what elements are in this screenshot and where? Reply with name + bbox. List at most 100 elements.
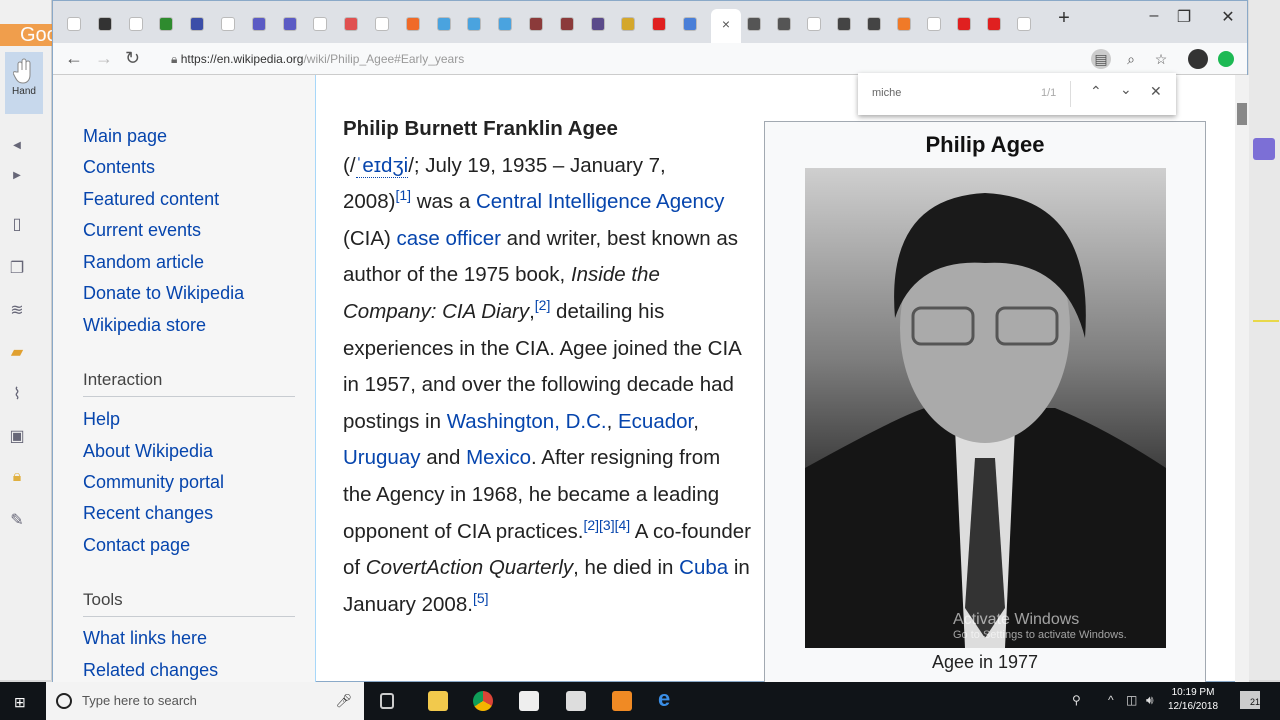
sidebar-link-main-page[interactable]: Main page — [83, 126, 167, 147]
link-washington[interactable]: Washington, D.C. — [447, 410, 607, 433]
address-bar[interactable]: 🔒︎ https://en.wikipedia.org/wiki/Philip_… — [171, 47, 1111, 71]
microphone-icon[interactable]: 🎤︎ — [335, 682, 352, 720]
browser-tab[interactable] — [617, 13, 639, 35]
sidebar-link-help[interactable]: Help — [83, 409, 120, 430]
ref-link[interactable]: [2][3][4] — [583, 517, 630, 533]
browser-tab[interactable] — [743, 13, 765, 35]
find-input[interactable]: miche — [872, 87, 901, 99]
task-view-icon[interactable] — [380, 693, 394, 709]
link-cia[interactable]: Central Intelligence Agency — [476, 190, 724, 213]
extension-green-icon[interactable] — [1218, 51, 1234, 67]
notification-center-icon[interactable]: 21 — [1240, 691, 1260, 709]
page-scrollbar[interactable] — [1235, 75, 1249, 683]
volume-icon[interactable]: 🔊︎ — [1146, 693, 1154, 708]
chrome-icon[interactable] — [473, 691, 493, 711]
maximize-button[interactable]: ❐ — [1169, 7, 1199, 27]
lock-icon[interactable]: 🔒︎ — [6, 468, 28, 490]
people-icon[interactable]: ⚲ — [1072, 693, 1081, 707]
expand-right-icon[interactable]: ▶ — [6, 170, 28, 192]
tab-close-icon[interactable]: × — [711, 9, 741, 39]
link-uruguay[interactable]: Uruguay — [343, 446, 421, 469]
browser-tab[interactable] — [833, 13, 855, 35]
sidebar-link-what-links-here[interactable]: What links here — [83, 628, 207, 649]
sidebar-link-community-portal[interactable]: Community portal — [83, 472, 224, 493]
bookmark-star-icon[interactable]: ☆ — [1151, 49, 1171, 69]
ipa-link[interactable]: ˈeɪdʒi — [355, 153, 409, 178]
pages-icon[interactable]: ❐ — [6, 258, 28, 280]
browser-tab[interactable] — [155, 13, 177, 35]
find-previous-button[interactable]: ⌃ — [1090, 83, 1102, 100]
link-cuba[interactable]: Cuba — [679, 556, 728, 579]
link-ecuador[interactable]: Ecuador — [618, 410, 693, 433]
browser-tab[interactable] — [186, 13, 208, 35]
browser-tab[interactable] — [923, 13, 945, 35]
browser-tab[interactable] — [1013, 13, 1035, 35]
signature-icon[interactable]: ▣ — [6, 426, 28, 448]
mail-icon[interactable] — [566, 691, 586, 711]
active-tab[interactable]: × — [711, 9, 741, 43]
edge-icon[interactable]: e — [658, 686, 678, 711]
browser-tab[interactable] — [279, 13, 301, 35]
sidebar-link-contact[interactable]: Contact page — [83, 535, 190, 556]
sidebar-link-related-changes[interactable]: Related changes — [83, 660, 218, 681]
browser-tab[interactable] — [863, 13, 885, 35]
sidebar-link-featured-content[interactable]: Featured content — [83, 189, 219, 210]
comments-icon[interactable]: ▰ — [6, 342, 28, 364]
tools-icon[interactable]: ✎ — [6, 510, 28, 532]
browser-tab[interactable] — [340, 13, 362, 35]
windows-start-icon[interactable]: ⊞ — [14, 694, 26, 711]
ref-link[interactable]: [5] — [473, 590, 489, 606]
link-case-officer[interactable]: case officer — [397, 227, 501, 250]
sidebar-link-about[interactable]: About Wikipedia — [83, 441, 213, 462]
store-icon[interactable] — [519, 691, 539, 711]
browser-tab[interactable] — [248, 13, 270, 35]
find-close-button[interactable]: ✕ — [1150, 83, 1162, 100]
browser-tab[interactable] — [525, 13, 547, 35]
browser-tab[interactable] — [402, 13, 424, 35]
extension-avatar-icon[interactable] — [1188, 49, 1208, 69]
browser-tab[interactable] — [217, 13, 239, 35]
reader-icon[interactable]: ▤ — [1091, 49, 1111, 69]
browser-tab[interactable] — [893, 13, 915, 35]
sidebar-link-store[interactable]: Wikipedia store — [83, 315, 206, 336]
forward-button[interactable]: → — [95, 48, 113, 69]
browser-tab[interactable] — [648, 13, 670, 35]
zoom-icon[interactable]: ⌕ — [1121, 49, 1141, 69]
minimize-button[interactable]: – — [1139, 7, 1169, 25]
browser-tab[interactable] — [94, 13, 116, 35]
browser-tab[interactable] — [63, 13, 85, 35]
hand-tool-button[interactable]: Hand — [5, 52, 43, 114]
tray-chevron-icon[interactable]: ^ — [1108, 693, 1114, 707]
browser-tab[interactable] — [494, 13, 516, 35]
network-icon[interactable]: ◫ — [1126, 693, 1137, 707]
browser-tab[interactable] — [371, 13, 393, 35]
file-explorer-icon[interactable] — [428, 691, 448, 711]
sidebar-link-contents[interactable]: Contents — [83, 157, 155, 178]
close-window-button[interactable]: ✕ — [1213, 7, 1243, 27]
sidebar-link-recent-changes[interactable]: Recent changes — [83, 503, 213, 524]
sidebar-link-donate[interactable]: Donate to Wikipedia — [83, 283, 244, 304]
browser-tab[interactable] — [587, 13, 609, 35]
collapse-left-icon[interactable]: ◀ — [6, 140, 28, 162]
link-mexico[interactable]: Mexico — [466, 446, 531, 469]
ref-link[interactable]: [1] — [395, 187, 411, 203]
taskbar-search[interactable]: Type here to search 🎤︎ — [46, 682, 364, 720]
browser-tab[interactable] — [125, 13, 147, 35]
browser-tab[interactable] — [773, 13, 795, 35]
browser-tab[interactable] — [679, 13, 701, 35]
app-icon[interactable] — [1253, 138, 1275, 160]
reload-button[interactable]: ↻ — [125, 48, 140, 69]
browser-tab[interactable] — [463, 13, 485, 35]
browser-tab[interactable] — [953, 13, 975, 35]
browser-tab[interactable] — [309, 13, 331, 35]
portrait-photo[interactable] — [805, 168, 1166, 648]
paperclip-icon[interactable]: ⌇ — [6, 384, 28, 406]
ref-link[interactable]: [2] — [535, 297, 551, 313]
app-orange-icon[interactable] — [612, 691, 632, 711]
find-next-button[interactable]: ⌄ — [1120, 81, 1132, 98]
sidebar-link-current-events[interactable]: Current events — [83, 220, 201, 241]
browser-tab[interactable] — [803, 13, 825, 35]
layers-icon[interactable]: ≋ — [6, 300, 28, 322]
browser-tab[interactable] — [983, 13, 1005, 35]
browser-tab[interactable] — [433, 13, 455, 35]
